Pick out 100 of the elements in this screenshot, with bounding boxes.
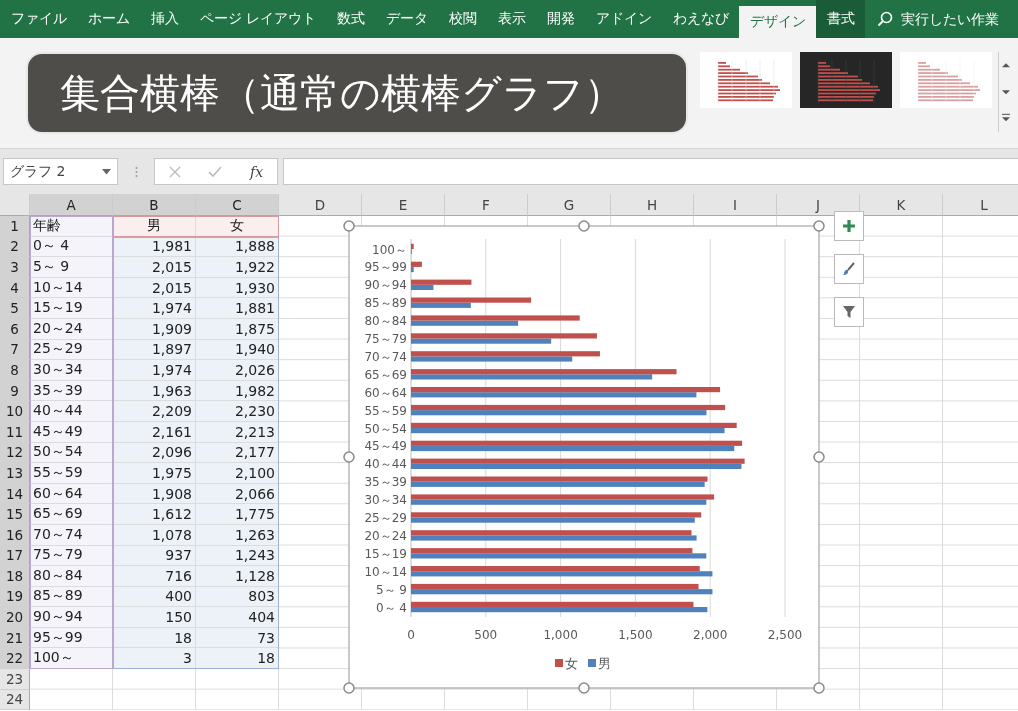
table-cell[interactable]: 2,100 <box>196 463 279 484</box>
dropdown-caret-icon[interactable] <box>102 168 111 175</box>
insert-function-button[interactable]: fx <box>250 163 264 180</box>
bar[interactable] <box>411 297 532 303</box>
row-header[interactable]: 13 <box>0 463 30 484</box>
column-header[interactable]: D <box>279 194 362 216</box>
legend-label[interactable]: 女 <box>565 656 578 671</box>
row-header[interactable]: 17 <box>0 545 30 567</box>
ribbon-tab[interactable]: 表示 <box>487 0 537 38</box>
table-cell[interactable]: 404 <box>196 607 279 628</box>
bar[interactable] <box>411 243 414 249</box>
bar[interactable] <box>411 333 597 339</box>
row-header[interactable]: 19 <box>0 586 30 608</box>
table-cell[interactable]: 150 <box>113 607 196 628</box>
row-header[interactable]: 3 <box>0 257 30 278</box>
bar[interactable] <box>411 410 707 416</box>
resize-handle[interactable] <box>578 220 590 232</box>
bar[interactable] <box>411 315 580 321</box>
table-cell[interactable]: 55～59 <box>30 463 113 484</box>
row-header[interactable]: 22 <box>0 648 30 670</box>
row-header[interactable]: 14 <box>0 483 30 505</box>
chart-side-button[interactable] <box>834 254 864 284</box>
table-cell[interactable]: 15～19 <box>30 298 113 319</box>
table-cell[interactable]: 1,974 <box>113 360 196 381</box>
ribbon-tab[interactable]: 開発 <box>536 0 586 38</box>
bar[interactable] <box>411 284 434 290</box>
resize-handle[interactable] <box>343 220 355 232</box>
row-header[interactable]: 2 <box>0 236 30 258</box>
bar[interactable] <box>411 535 697 541</box>
row-header[interactable]: 21 <box>0 627 30 649</box>
column-header[interactable]: B <box>113 194 196 216</box>
bar[interactable] <box>411 571 713 577</box>
resize-handle[interactable] <box>343 682 355 694</box>
row-header[interactable]: 23 <box>0 669 30 690</box>
check-icon[interactable] <box>208 165 223 178</box>
row-header[interactable]: 4 <box>0 277 30 299</box>
column-header[interactable]: C <box>196 194 279 216</box>
bar[interactable] <box>411 261 422 267</box>
bar[interactable] <box>411 494 715 500</box>
ribbon-tab[interactable]: ページ レイアウト <box>189 0 327 38</box>
ribbon-tab[interactable]: 数式 <box>326 0 376 38</box>
ribbon-tab[interactable]: 書式 <box>816 0 866 38</box>
table-cell[interactable]: 2,209 <box>113 401 196 422</box>
bar[interactable] <box>411 266 414 273</box>
ribbon-tab[interactable]: デザイン <box>739 6 817 38</box>
row-header[interactable]: 16 <box>0 524 30 546</box>
column-header[interactable]: L <box>943 194 1018 216</box>
column-header[interactable]: A <box>30 194 113 216</box>
table-cell[interactable]: 2,026 <box>196 360 279 381</box>
table-cell[interactable]: 40～44 <box>30 401 113 422</box>
row-header[interactable]: 5 <box>0 298 30 319</box>
bar[interactable] <box>411 553 707 559</box>
row-header[interactable]: 12 <box>0 442 30 464</box>
row-header[interactable]: 11 <box>0 421 30 443</box>
resize-handle[interactable] <box>813 220 825 232</box>
ribbon-tab[interactable]: ホーム <box>77 0 140 38</box>
bar[interactable] <box>411 458 745 464</box>
bar[interactable] <box>411 404 726 411</box>
name-box[interactable]: グラフ 2 <box>3 158 118 185</box>
table-cell[interactable]: 1,128 <box>196 566 279 587</box>
row-header[interactable]: 24 <box>0 689 30 711</box>
ribbon-tab[interactable]: 挿入 <box>140 0 189 38</box>
bar[interactable] <box>411 279 472 285</box>
ribbon-tab[interactable]: データ <box>375 0 439 38</box>
resize-handle[interactable] <box>343 451 355 463</box>
column-header[interactable]: H <box>611 194 694 216</box>
chart-side-button[interactable] <box>834 211 864 241</box>
row-header[interactable]: 7 <box>0 339 30 361</box>
bar[interactable] <box>411 351 600 357</box>
column-header[interactable]: K <box>860 194 943 216</box>
bar[interactable] <box>411 392 697 398</box>
legend-label[interactable]: 男 <box>598 656 611 671</box>
bar[interactable] <box>411 428 725 434</box>
ribbon-tab[interactable]: わえなび <box>662 0 740 38</box>
table-cell[interactable]: 716 <box>113 566 196 587</box>
resize-handle[interactable] <box>813 682 825 694</box>
table-cell[interactable]: 1,974 <box>113 298 196 319</box>
cancel-icon[interactable] <box>168 165 181 178</box>
chart-style-thumbnail[interactable] <box>700 52 792 108</box>
table-cell[interactable]: 1,612 <box>113 504 196 525</box>
row-header[interactable]: 20 <box>0 607 30 628</box>
table-cell[interactable]: 5～ 9 <box>30 257 113 278</box>
chart-style-thumbnail[interactable] <box>800 52 892 108</box>
table-cell[interactable]: 2,015 <box>113 257 196 278</box>
bar[interactable] <box>411 445 735 452</box>
table-cell[interactable]: 1,881 <box>196 298 279 319</box>
row-header[interactable]: 8 <box>0 360 30 381</box>
table-cell[interactable]: 30～34 <box>30 360 113 381</box>
select-all-corner[interactable] <box>0 194 30 216</box>
chart-style-thumbnail[interactable] <box>900 52 992 108</box>
table-cell[interactable]: 1,922 <box>196 257 279 278</box>
tell-me-field[interactable]: 実行したい作業 <box>899 10 1004 28</box>
column-header[interactable]: G <box>528 194 611 216</box>
row-header[interactable]: 1 <box>0 216 30 237</box>
column-header[interactable]: E <box>362 194 445 216</box>
ribbon-tab[interactable]: 校閲 <box>438 0 488 38</box>
ribbon-tab[interactable]: アドイン <box>585 0 663 38</box>
table-cell[interactable]: 2,230 <box>196 401 279 422</box>
bar[interactable] <box>411 476 708 482</box>
row-header[interactable]: 10 <box>0 401 30 422</box>
